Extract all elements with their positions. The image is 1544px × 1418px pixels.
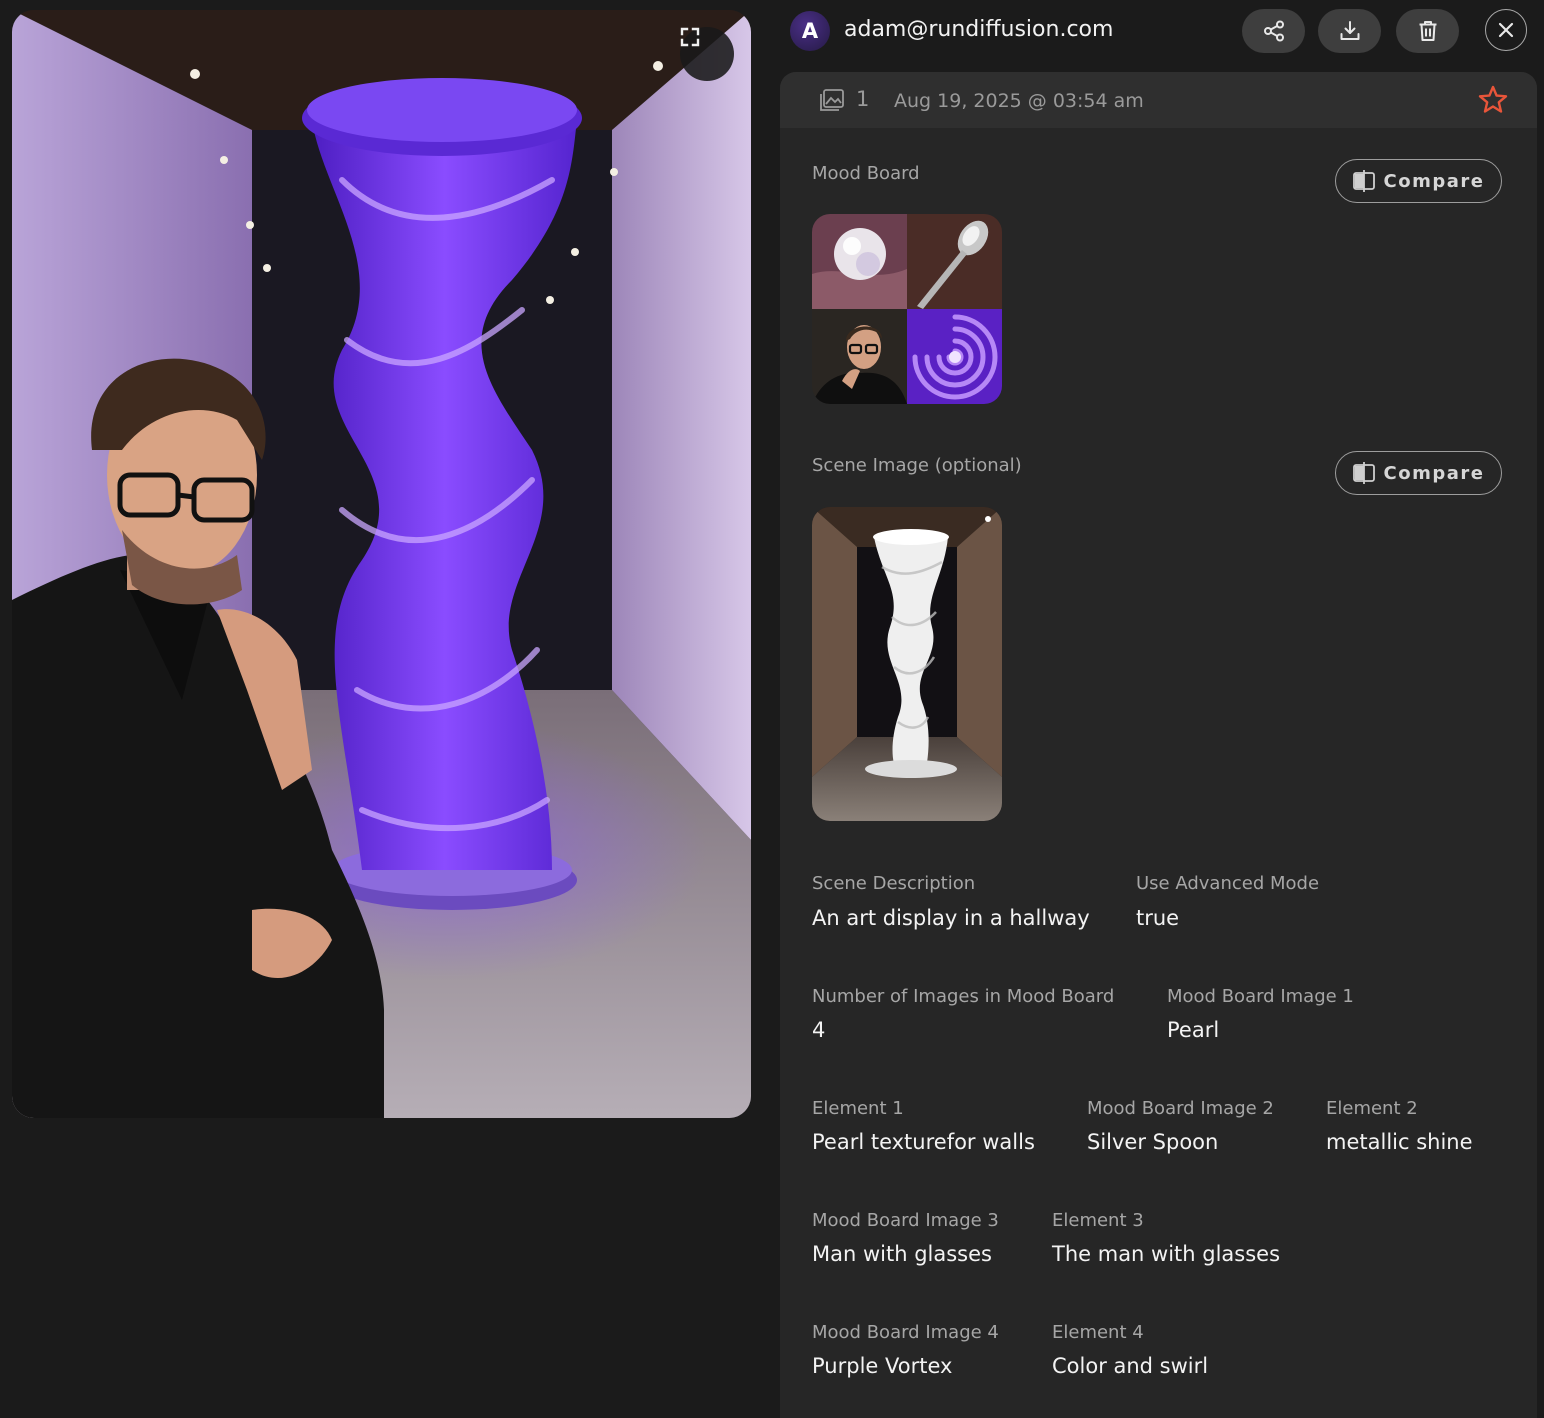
details-panel: 1 Aug 19, 2025 @ 03:54 am Mood Board Com… [780,72,1537,1418]
mood-image-4-label: Mood Board Image 4 [812,1322,999,1343]
mood-image-3-label: Mood Board Image 3 [812,1210,999,1231]
compare-icon [1352,462,1375,484]
purple-vortex-thumbnail[interactable] [907,309,1002,404]
mood-image-1-value: Pearl [1167,1018,1220,1042]
favorite-star-icon[interactable] [1477,84,1509,116]
close-button[interactable] [1485,9,1527,51]
mood-image-2-value: Silver Spoon [1087,1130,1219,1154]
element-1-value: Pearl texturefor walls [812,1130,1035,1154]
image-count-icon [820,89,844,111]
element-1-label: Element 1 [812,1098,904,1119]
share-button[interactable] [1242,9,1305,53]
user-avatar[interactable]: A [790,11,830,51]
download-button[interactable] [1318,9,1381,53]
meta-bar: 1 Aug 19, 2025 @ 03:54 am [780,72,1537,128]
mood-image-1-label: Mood Board Image 1 [1167,986,1354,1007]
avatar-initial: A [801,19,819,43]
mood-image-4-value: Purple Vortex [812,1354,953,1378]
man-thumbnail[interactable] [812,309,907,404]
scene-image-label: Scene Image (optional) [812,455,1022,476]
mood-image-2-label: Mood Board Image 2 [1087,1098,1274,1119]
mood-image-3-value: Man with glasses [812,1242,992,1266]
mood-board-label: Mood Board [812,163,920,184]
share-icon [1263,20,1284,42]
pearl-thumbnail[interactable] [812,214,907,309]
fullscreen-button[interactable] [680,27,734,81]
scene-image-thumbnail[interactable] [812,507,1002,821]
delete-button[interactable] [1396,9,1459,53]
generated-image[interactable] [12,10,751,1118]
close-icon [1498,22,1514,38]
trash-icon [1419,21,1436,41]
element-3-label: Element 3 [1052,1210,1144,1231]
advanced-mode-value: true [1136,906,1180,930]
download-icon [1340,21,1359,40]
element-2-label: Element 2 [1326,1098,1418,1119]
mood-board-compare-button[interactable]: Compare [1335,159,1502,203]
silver-spoon-thumbnail[interactable] [907,214,1002,309]
compare-label: Compare [1383,462,1485,484]
mood-board-thumbnails[interactable] [812,214,1002,404]
expand-icon [680,27,700,47]
user-email: adam@rundiffusion.com [844,17,1114,42]
scene-description-label: Scene Description [812,873,976,894]
compare-label: Compare [1383,170,1485,192]
image-count: 1 [856,87,870,111]
num-images-value: 4 [812,1018,826,1042]
element-4-value: Color and swirl [1052,1354,1209,1378]
compare-icon [1352,170,1375,192]
scene-description-value: An art display in a hallway [812,906,1090,930]
white-sculpture-thumbnail [812,507,1002,821]
num-images-label: Number of Images in Mood Board [812,986,1115,1007]
element-3-value: The man with glasses [1052,1242,1281,1266]
element-4-label: Element 4 [1052,1322,1144,1343]
element-2-value: metallic shine [1326,1130,1473,1154]
advanced-mode-label: Use Advanced Mode [1136,873,1320,894]
generated-image-art [12,10,751,1118]
created-date: Aug 19, 2025 @ 03:54 am [894,90,1144,112]
scene-image-compare-button[interactable]: Compare [1335,451,1502,495]
